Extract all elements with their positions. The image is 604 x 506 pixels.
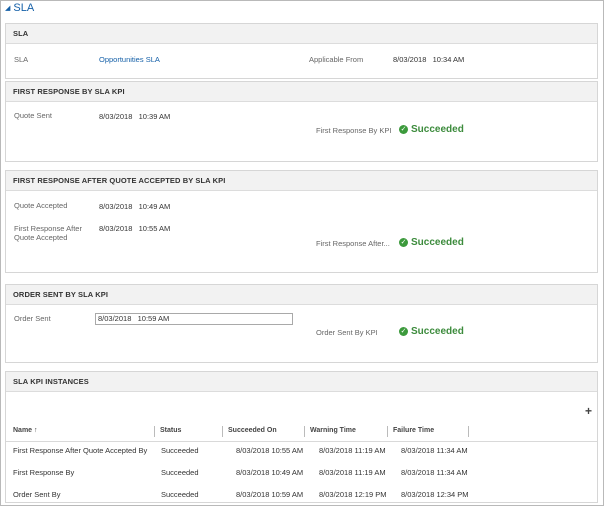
quote-accepted-label: Quote Accepted (14, 201, 68, 210)
grid-header: Name ↑ Status Succeeded On Warning Time … (6, 422, 597, 442)
sla-label: SLA (14, 55, 29, 64)
after-quote-kpi-label: First Response After... (316, 239, 390, 248)
order-sent-panel: ORDER SENT BY SLA KPI Order Sent 8/03/20… (5, 284, 598, 363)
row-succeeded-on: 8/03/2018 10:49 AM (236, 468, 304, 477)
success-check-icon: ✓ (399, 327, 408, 336)
order-sent-label: Order Sent (14, 314, 51, 323)
row-succeeded-on: 8/03/2018 10:59 AM (236, 490, 304, 499)
applicable-from-label: Applicable From (309, 55, 364, 64)
first-response-status: ✓ Succeeded (399, 124, 464, 135)
order-sent-panel-header: ORDER SENT BY SLA KPI (6, 285, 597, 305)
row-status: Succeeded (161, 446, 199, 455)
first-response-after-value: 8/03/2018 10:55 AM (99, 224, 171, 233)
row-warning-time: 8/03/2018 11:19 AM (319, 446, 386, 455)
order-sent-kpi-label: Order Sent By KPI (316, 328, 378, 337)
first-response-after-label: First Response After Quote Accepted (14, 224, 82, 242)
first-response-kpi-label: First Response By KPI (316, 126, 392, 135)
row-warning-time: 8/03/2018 12:19 PM (319, 490, 387, 499)
after-quote-panel: FIRST RESPONSE AFTER QUOTE ACCEPTED BY S… (5, 170, 598, 273)
row-name-link[interactable]: Order Sent By (13, 484, 61, 506)
after-quote-panel-header: FIRST RESPONSE AFTER QUOTE ACCEPTED BY S… (6, 171, 597, 191)
row-failure-time: 8/03/2018 11:34 AM (401, 446, 468, 455)
sla-panel-header: SLA (6, 24, 597, 44)
success-check-icon: ✓ (399, 238, 408, 247)
first-response-panel: FIRST RESPONSE BY SLA KPI Quote Sent 8/0… (5, 81, 598, 162)
row-succeeded-on: 8/03/2018 10:55 AM (236, 446, 304, 455)
row-name-link[interactable]: First Response By (13, 462, 74, 484)
status-text: Succeeded (411, 124, 464, 135)
column-header-warning-time[interactable]: Warning Time (307, 422, 356, 440)
status-text: Succeeded (411, 326, 464, 337)
column-header-name[interactable]: Name ↑ (10, 422, 38, 440)
column-separator (387, 426, 388, 437)
sla-link[interactable]: Opportunities SLA (99, 55, 160, 64)
quote-accepted-value: 8/03/2018 10:49 AM (99, 202, 171, 211)
status-text: Succeeded (411, 237, 464, 248)
column-separator (304, 426, 305, 437)
first-response-panel-header: FIRST RESPONSE BY SLA KPI (6, 82, 597, 102)
collapse-triangle-icon[interactable]: ◢ (5, 4, 10, 12)
table-row[interactable]: First Response After Quote Accepted By S… (6, 440, 597, 462)
kpi-instances-panel-header: SLA KPI INSTANCES (6, 372, 597, 392)
table-row[interactable]: Order Sent By Succeeded 8/03/2018 10:59 … (6, 484, 597, 506)
order-sent-input[interactable]: 8/03/2018 10:59 AM (95, 313, 293, 325)
row-failure-time: 8/03/2018 12:34 PM (401, 490, 469, 499)
row-failure-time: 8/03/2018 11:34 AM (401, 468, 468, 477)
table-row[interactable]: First Response By Succeeded 8/03/2018 10… (6, 462, 597, 484)
add-icon[interactable]: + (585, 404, 592, 418)
section-title: SLA (13, 2, 35, 14)
column-header-status[interactable]: Status (157, 422, 181, 440)
quote-sent-value: 8/03/2018 10:39 AM (99, 112, 171, 121)
kpi-instances-panel: SLA KPI INSTANCES + Name ↑ Status Succee… (5, 371, 598, 503)
column-separator (468, 426, 469, 437)
sla-section-header[interactable]: ◢ SLA (2, 0, 34, 16)
applicable-from-value: 8/03/2018 10:34 AM (393, 55, 465, 64)
column-separator (154, 426, 155, 437)
after-quote-status: ✓ Succeeded (399, 237, 464, 248)
row-status: Succeeded (161, 468, 199, 477)
column-separator (222, 426, 223, 437)
quote-sent-label: Quote Sent (14, 111, 52, 120)
row-name-link[interactable]: First Response After Quote Accepted By (13, 440, 147, 462)
row-status: Succeeded (161, 490, 199, 499)
success-check-icon: ✓ (399, 125, 408, 134)
row-warning-time: 8/03/2018 11:19 AM (319, 468, 386, 477)
sla-panel: SLA SLA Opportunities SLA Applicable Fro… (5, 23, 598, 79)
column-header-failure-time[interactable]: Failure Time (390, 422, 434, 440)
order-sent-status: ✓ Succeeded (399, 326, 464, 337)
column-header-succeeded-on[interactable]: Succeeded On (225, 422, 277, 440)
